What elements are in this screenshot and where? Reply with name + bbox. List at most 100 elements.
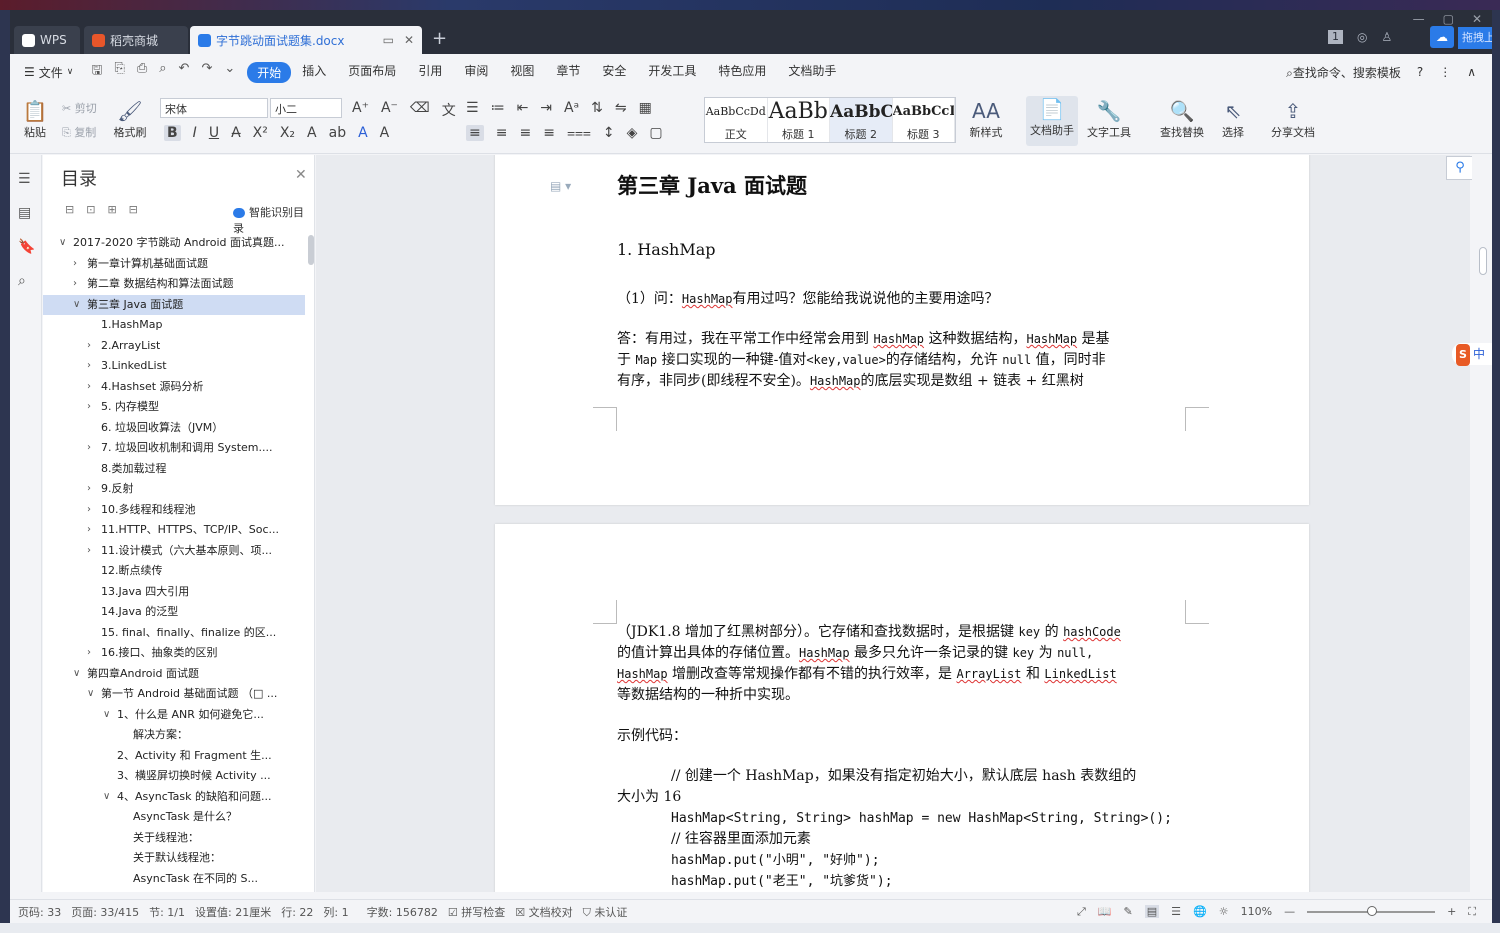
toc-item[interactable]: ∨ 第三章 Java 面试题	[43, 294, 305, 315]
smart-toc-button[interactable]: 智能识别目录	[233, 204, 314, 236]
toc-item[interactable]: › 3.LinkedList	[43, 356, 305, 376]
remove-heading-icon[interactable]: ⊟	[129, 203, 138, 216]
toc-item[interactable]: › 10.多线程和线程池	[43, 500, 305, 520]
status-pages[interactable]: 页面: 33/415	[71, 904, 139, 920]
find-replace-button[interactable]: 🔍 查找替换	[1154, 98, 1210, 140]
char-shading-icon[interactable]: A	[380, 125, 390, 141]
format-painter-button[interactable]: 🖌 格式刷	[110, 98, 150, 140]
tab-view[interactable]: 视图	[499, 62, 545, 83]
style-heading-2[interactable]: AaBbC 标题 2	[830, 98, 893, 142]
fit-page-icon[interactable]: ⛶	[1468, 905, 1476, 919]
chevron-right-icon[interactable]: ›	[87, 397, 91, 417]
save-icon[interactable]: 🖫	[91, 61, 102, 83]
chevron-right-icon[interactable]: ›	[73, 254, 77, 274]
underline-icon[interactable]: U	[209, 125, 219, 141]
preview-icon[interactable]: ⌕	[159, 61, 166, 83]
style-heading-3[interactable]: AaBbCcI 标题 3	[893, 98, 955, 142]
paste-button[interactable]: 📋 粘贴	[20, 98, 50, 140]
highlight-icon[interactable]: ab	[329, 125, 346, 141]
find-icon[interactable]: ⌕	[18, 273, 34, 289]
align-left-icon[interactable]: ≡	[466, 125, 484, 141]
font-family-select[interactable]: 宋体	[160, 98, 268, 118]
tab-developer[interactable]: 开发工具	[637, 62, 707, 83]
more-icon[interactable]: ⌄	[224, 61, 235, 83]
redo-icon[interactable]: ↷	[201, 61, 212, 83]
share-button[interactable]: ⇪ 分享文档	[1268, 98, 1318, 140]
command-search[interactable]: ⌕查找命令、搜索模板	[1286, 64, 1401, 81]
cut-button[interactable]: ✂ 剪切	[62, 100, 97, 116]
toc-item[interactable]: 6. 垃圾回收算法（JVM）	[43, 418, 305, 438]
toc-item[interactable]: 15. final、finally、finalize 的区...	[43, 623, 305, 643]
toc-item[interactable]: › 2.ArrayList	[43, 336, 305, 356]
close-window-icon[interactable]: ✕	[1472, 12, 1482, 26]
zoom-in-icon[interactable]: +	[1447, 905, 1456, 918]
cert-status[interactable]: ⛉ 未认证	[583, 904, 628, 920]
chevron-down-icon[interactable]: ∨	[73, 664, 80, 684]
toc-item[interactable]: › 7. 垃圾回收机制和调用 System....	[43, 438, 305, 458]
toc-item[interactable]: AsyncTask 在不同的 S...	[43, 869, 305, 889]
tab-daoke-store[interactable]: 稻壳商城	[84, 26, 188, 54]
toc-item[interactable]: 解决方案：	[43, 725, 305, 745]
toc-item[interactable]: › 5. 内存模型	[43, 397, 305, 417]
spacing-icon[interactable]: ⇋	[615, 100, 627, 116]
align-right-icon[interactable]: ≡	[519, 125, 531, 141]
toc-item[interactable]: › 16.接口、抽象类的区别	[43, 643, 305, 663]
chevron-right-icon[interactable]: ›	[87, 643, 91, 663]
toc-item[interactable]: 1.HashMap	[43, 315, 305, 335]
align-center-icon[interactable]: ≡	[496, 125, 508, 141]
chevron-down-icon[interactable]: ∨	[73, 295, 80, 315]
chevron-down-icon[interactable]: ∨	[103, 705, 110, 725]
expand-level-icon[interactable]: ⊡	[86, 203, 95, 216]
tab-layout[interactable]: 页面布局	[337, 62, 407, 83]
strikethrough-icon[interactable]: A̶	[231, 125, 241, 141]
toc-item[interactable]: › 9.反射	[43, 479, 305, 499]
toc-icon[interactable]: ☰	[18, 171, 34, 187]
status-page-no[interactable]: 页码: 33	[18, 904, 61, 920]
chevron-right-icon[interactable]: ›	[73, 274, 77, 294]
pinyin-icon[interactable]: 文	[442, 100, 456, 120]
maximize-icon[interactable]: ▢	[1443, 12, 1454, 26]
cloud-icon[interactable]: ☁	[1430, 26, 1454, 48]
font-color-icon[interactable]: A	[358, 125, 368, 141]
shrink-font-icon[interactable]: A⁻	[381, 100, 398, 120]
line-spacing-icon[interactable]: ↕	[603, 125, 615, 141]
char-case-icon[interactable]: Aᵃ	[564, 100, 579, 116]
style-normal[interactable]: AaBbCcDd 正文	[705, 98, 768, 142]
read-mode-icon[interactable]: 📖	[1098, 905, 1112, 918]
chevron-right-icon[interactable]: ›	[87, 356, 91, 376]
toc-item[interactable]: › 第二章 数据结构和算法面试题	[43, 274, 305, 294]
tab-review[interactable]: 审阅	[453, 62, 499, 83]
chevron-right-icon[interactable]: ›	[87, 438, 91, 458]
chevron-down-icon[interactable]: ∨	[87, 684, 94, 704]
toc-scrollbar[interactable]	[308, 235, 314, 265]
help-icon[interactable]: ?	[1417, 65, 1423, 79]
eye-care-icon[interactable]: ☼	[1219, 905, 1229, 918]
zoom-slider[interactable]	[1307, 905, 1436, 916]
fullscreen-icon[interactable]: ⤢	[1077, 905, 1086, 919]
toc-item[interactable]: AsyncTask 是什么？	[43, 807, 305, 827]
select-button[interactable]: ⇖ 选择	[1216, 98, 1250, 140]
minimize-icon[interactable]: —	[1413, 12, 1425, 26]
tab-chapter[interactable]: 章节	[545, 62, 591, 83]
numbered-list-icon[interactable]: ≔	[491, 100, 505, 116]
toc-item[interactable]: 关于线程池：	[43, 828, 305, 848]
add-heading-icon[interactable]: ⊞	[107, 203, 116, 216]
web-view-icon[interactable]: 🌐	[1193, 905, 1207, 918]
toc-item[interactable]: 2、Activity 和 Fragment 生...	[43, 746, 305, 766]
gift-icon[interactable]: ♙	[1381, 30, 1392, 44]
close-icon[interactable]: ✕	[295, 167, 307, 183]
toc-item[interactable]: 关于默认线程池：	[43, 848, 305, 868]
tab-close-icon[interactable]: ✕	[404, 33, 414, 47]
tab-wps[interactable]: WPS	[14, 26, 80, 54]
kebab-menu-icon[interactable]: ⋮	[1439, 65, 1451, 79]
tab-security[interactable]: 安全	[591, 62, 637, 83]
ime-indicator[interactable]: S中	[1452, 343, 1492, 366]
sort-icon[interactable]: ⇅	[591, 100, 603, 116]
distribute-icon[interactable]: ⩶	[567, 125, 591, 141]
toc-item[interactable]: 8.类加载过程	[43, 459, 305, 479]
outdent-icon[interactable]: ⇤	[517, 100, 529, 116]
collapse-all-icon[interactable]: ⊟	[65, 203, 74, 216]
text-tools-button[interactable]: 🔧 文字工具	[1082, 98, 1136, 140]
tab-home[interactable]: 开始	[247, 61, 292, 83]
tab-features[interactable]: 特色应用	[707, 62, 777, 83]
